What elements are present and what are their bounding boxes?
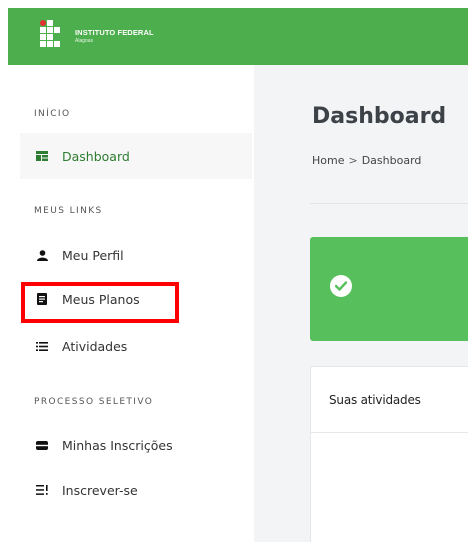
success-alert: [310, 237, 468, 341]
sidebar-item-label: Atividades: [62, 338, 128, 354]
sidebar-item-meus-planos[interactable]: Meus Planos: [20, 276, 252, 322]
sidebar-item-label: Minhas Inscrições: [62, 437, 173, 453]
breadcrumb-home[interactable]: Home: [312, 154, 344, 167]
sidebar-item-label: Dashboard: [62, 148, 130, 164]
dashboard-icon: [36, 150, 48, 162]
sidebar-item-atividades[interactable]: Atividades: [20, 323, 252, 369]
divider: [310, 203, 468, 204]
sidebar-item-meu-perfil[interactable]: Meu Perfil: [20, 232, 252, 278]
page-title: Dashboard: [312, 104, 447, 129]
logo-title: INSTITUTO FEDERAL: [75, 28, 154, 37]
sidebar-item-inscrever-se[interactable]: Inscrever-se: [20, 467, 252, 513]
sidebar-item-minhas-inscricoes[interactable]: Minhas Inscrições: [20, 422, 252, 468]
card-header: Suas atividades: [311, 367, 468, 433]
section-label-meus-links: MEUS LINKS: [34, 206, 103, 216]
sidebar-item-label: Inscrever-se: [62, 482, 138, 498]
institution-logo[interactable]: INSTITUTO FEDERAL Alagoas: [40, 20, 154, 50]
checklist-icon: [36, 484, 48, 496]
id-card-icon: [36, 439, 48, 451]
user-icon: [36, 249, 48, 261]
breadcrumb: Home > Dashboard: [312, 154, 421, 167]
logo-subtitle: Alagoas: [75, 38, 94, 44]
check-circle-icon: [330, 275, 352, 297]
document-icon: [36, 293, 48, 305]
sidebar: INÍCIO Dashboard MEUS LINKS Meu Perfil M…: [8, 65, 254, 542]
main-content: Dashboard Home > Dashboard Suas atividad…: [254, 65, 468, 542]
card-title: Suas atividades: [329, 392, 421, 407]
top-navbar: INSTITUTO FEDERAL Alagoas: [8, 8, 468, 65]
breadcrumb-separator: >: [348, 154, 358, 167]
sidebar-item-label: Meus Planos: [62, 291, 140, 307]
list-icon: [36, 340, 48, 352]
sidebar-item-label: Meu Perfil: [62, 247, 124, 263]
section-label-inicio: INÍCIO: [34, 109, 71, 119]
breadcrumb-current: Dashboard: [361, 154, 422, 167]
logo-mark-icon: [40, 20, 72, 50]
activities-card: Suas atividades: [310, 366, 468, 542]
sidebar-item-dashboard[interactable]: Dashboard: [20, 133, 252, 179]
section-label-processo-seletivo: PROCESSO SELETIVO: [34, 397, 154, 407]
